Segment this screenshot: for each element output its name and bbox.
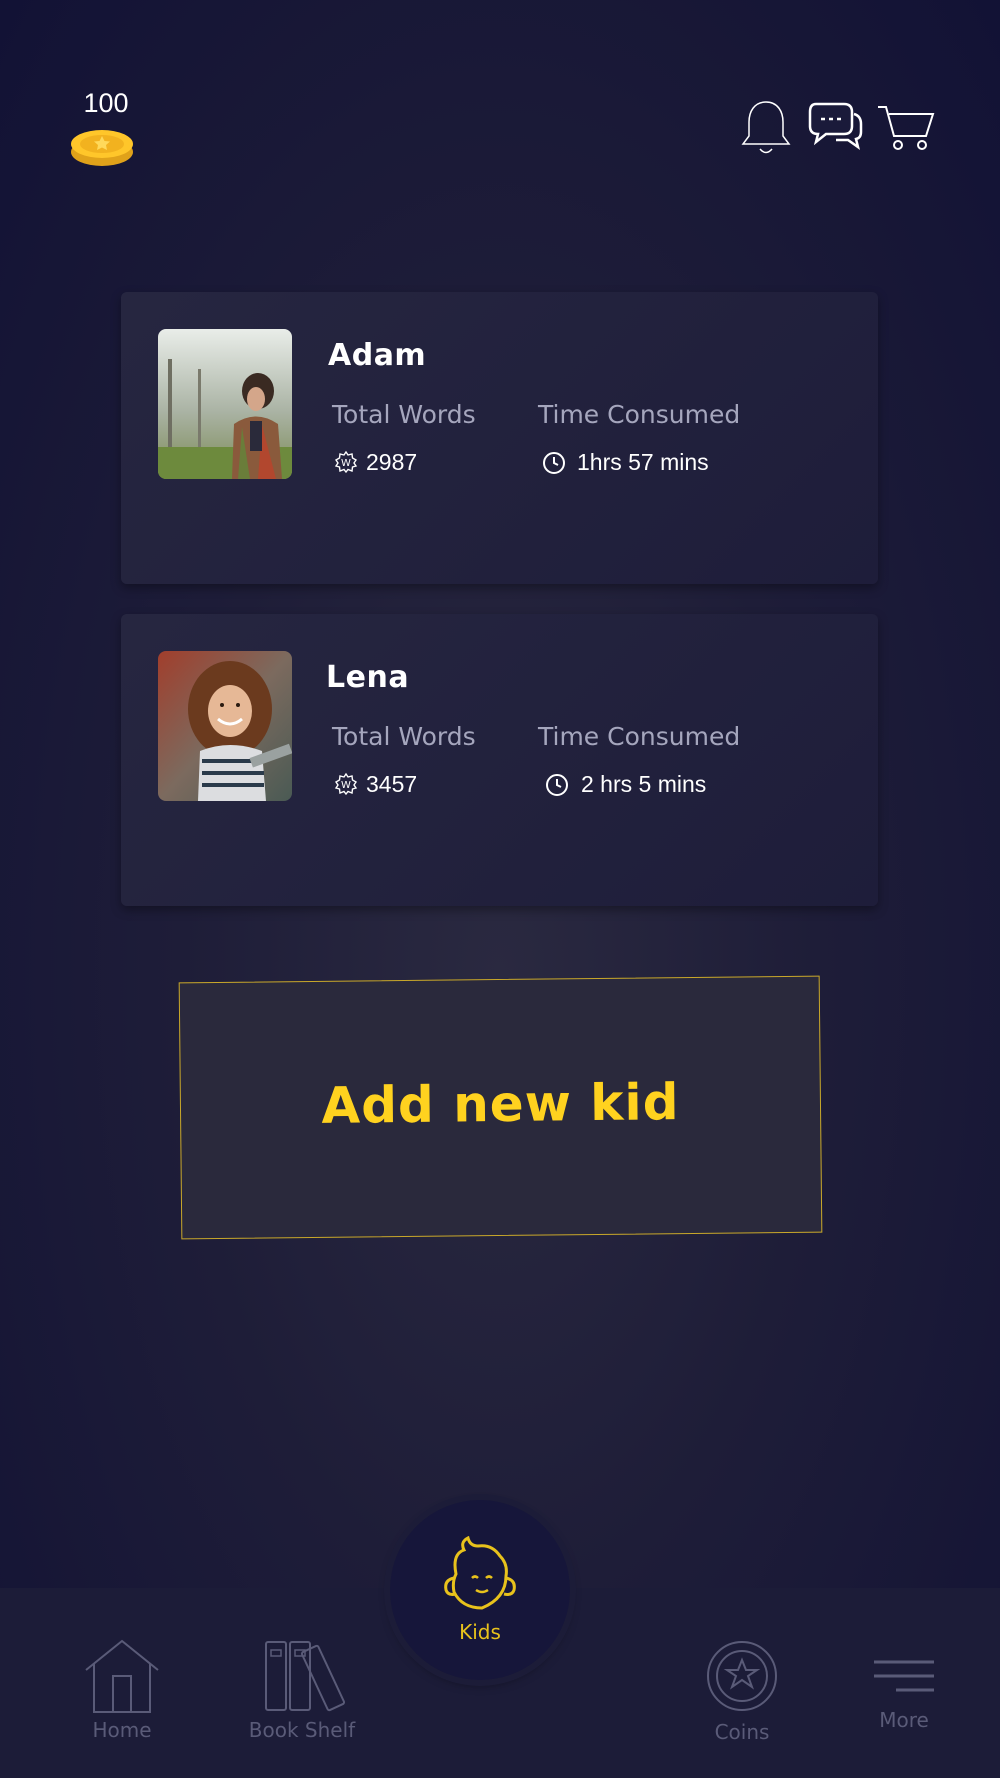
cart-icon[interactable] <box>876 104 936 152</box>
nav-kids[interactable]: Kids <box>390 1500 570 1680</box>
kid-name: Adam <box>328 338 427 373</box>
total-words-label: Total Words <box>332 722 476 751</box>
coin-icon <box>71 130 133 166</box>
menu-icon <box>874 1660 934 1692</box>
kid-photo-lena <box>158 651 292 801</box>
clock-icon <box>546 774 568 796</box>
nav-coins-label: Coins <box>714 1720 770 1744</box>
total-words-label: Total Words <box>332 400 476 429</box>
kid-card-adam[interactable]: Adam Total Words Time Consumed W 2987 1h… <box>121 292 878 584</box>
time-consumed-label: Time Consumed <box>538 722 741 751</box>
bookshelf-icon <box>265 1641 346 1712</box>
svg-text:W: W <box>341 458 351 469</box>
total-words-value: 2987 <box>366 449 418 475</box>
words-icon: W <box>334 772 358 796</box>
nav-more-label: More <box>879 1708 929 1732</box>
nav-more[interactable]: More <box>864 1650 944 1732</box>
coins-icon <box>707 1641 777 1711</box>
nav-home[interactable]: Home <box>70 1638 174 1742</box>
nav-bookshelf-label: Book Shelf <box>248 1718 356 1742</box>
clock-icon <box>543 452 565 474</box>
kid-face-icon <box>444 1536 516 1610</box>
nav-bookshelf[interactable]: Book Shelf <box>242 1638 362 1742</box>
time-consumed-value: 2 hrs 5 mins <box>581 771 707 797</box>
nav-kids-label: Kids <box>459 1620 501 1644</box>
coin-balance[interactable]: 100 <box>68 88 144 168</box>
kid-card-lena[interactable]: Lena Total Words Time Consumed W 3457 2 … <box>121 614 878 906</box>
kid-photo-adam <box>158 329 292 479</box>
kid-name: Lena <box>326 660 410 695</box>
svg-text:W: W <box>341 780 351 791</box>
nav-home-label: Home <box>92 1718 152 1742</box>
words-icon: W <box>334 450 358 474</box>
chat-icon[interactable] <box>806 100 864 152</box>
add-new-kid-button[interactable]: Add new kid <box>178 975 823 1240</box>
time-consumed-value: 1hrs 57 mins <box>577 449 709 475</box>
bell-icon[interactable] <box>740 96 792 158</box>
home-icon <box>85 1639 159 1713</box>
total-words-value: 3457 <box>366 771 418 797</box>
add-new-kid-label: Add new kid <box>321 1073 680 1135</box>
time-consumed-label: Time Consumed <box>538 400 741 429</box>
nav-coins[interactable]: Coins <box>690 1638 794 1744</box>
coin-count: 100 <box>83 88 129 118</box>
